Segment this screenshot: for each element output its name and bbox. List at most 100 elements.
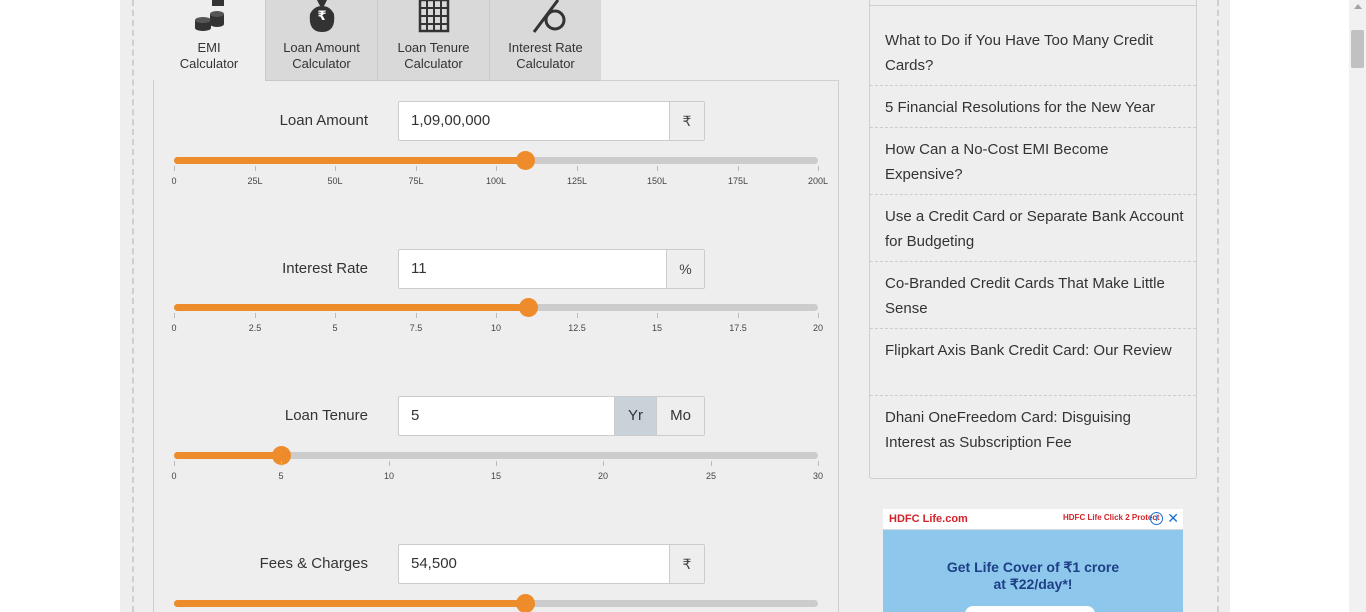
loan-amount-input[interactable]: 1,09,00,000: [399, 102, 669, 140]
slider-tick-label: 150L: [646, 176, 668, 186]
tab-loan-tenure-calculator[interactable]: Loan Tenure Calculator: [377, 0, 489, 81]
slider-tick-label: 20: [812, 323, 824, 333]
scrollbar[interactable]: [1349, 0, 1366, 612]
divider: [870, 194, 1196, 195]
interest-rate-field[interactable]: 11 %: [398, 249, 705, 289]
slider-tick: [496, 313, 497, 318]
slider-tick: [711, 461, 712, 466]
ad-headline-line2: at ₹22/day*!: [993, 576, 1073, 592]
slider-tick: [416, 166, 417, 171]
months-toggle-button[interactable]: Mo: [656, 397, 704, 435]
ad-cta-button[interactable]: [965, 606, 1095, 612]
tab-label: Calculator: [179, 56, 239, 71]
ad-info-icon[interactable]: i: [1150, 512, 1163, 525]
tab-label: Calculator: [404, 56, 463, 71]
slider-tick: [389, 461, 390, 466]
article-link[interactable]: Dhani OneFreedom Card: Disguising Intere…: [885, 405, 1185, 455]
svg-text:₹: ₹: [317, 9, 326, 24]
interest-rate-input[interactable]: 11: [399, 250, 666, 288]
left-dashed-border: [132, 0, 134, 612]
slider-tick: [255, 166, 256, 171]
slider-tick-label: 10: [383, 471, 395, 481]
slider-fill: [174, 600, 525, 607]
slider-tick: [657, 166, 658, 171]
slider-tick-label: 2.5: [248, 323, 262, 333]
ad-header: HDFC Life.com HDFC Life Click 2 Protect …: [883, 509, 1183, 530]
loan-tenure-field[interactable]: 5 Yr Mo: [398, 396, 705, 436]
years-toggle-button[interactable]: Yr: [614, 397, 656, 435]
slider-tick: [818, 166, 819, 171]
divider: [870, 85, 1196, 86]
interest-rate-slider[interactable]: [174, 298, 818, 317]
slider-tick-label: 15: [651, 323, 663, 333]
advertisement-banner[interactable]: HDFC Life.com HDFC Life Click 2 Protect …: [883, 509, 1183, 612]
tab-label: Calculator: [292, 56, 351, 71]
slider-tick: [738, 313, 739, 318]
fees-charges-label: Fees & Charges: [259, 555, 368, 572]
article-link[interactable]: Flipkart Axis Bank Credit Card: Our Revi…: [885, 338, 1185, 363]
article-link[interactable]: Co-Branded Credit Cards That Make Little…: [885, 271, 1185, 321]
article-link[interactable]: What to Do if You Have Too Many Credit C…: [885, 28, 1185, 78]
scroll-up-arrow-icon[interactable]: [1354, 4, 1362, 9]
ad-headline-line1: Get Life Cover of ₹1 crore: [946, 559, 1120, 575]
loan-tenure-slider[interactable]: [174, 446, 818, 465]
slider-tick: [577, 313, 578, 318]
loan-amount-slider[interactable]: [174, 151, 818, 170]
fees-charges-input[interactable]: 54,500: [399, 545, 669, 583]
rupee-unit-label: ₹: [669, 545, 704, 583]
ad-headline: Get Life Cover of ₹1 crore at ₹22/day*!: [883, 559, 1183, 593]
slider-tick: [603, 461, 604, 466]
sidebar-top-border: [869, 5, 1197, 6]
loan-amount-field[interactable]: 1,09,00,000 ₹: [398, 101, 705, 141]
slider-tick-label: 12.5: [568, 323, 586, 333]
slider-tick: [174, 313, 175, 318]
article-link[interactable]: 5 Financial Resolutions for the New Year: [885, 95, 1185, 120]
slider-tick: [281, 461, 282, 466]
tab-label: Loan Amount: [283, 40, 360, 55]
tab-interest-rate-calculator[interactable]: Interest Rate Calculator: [489, 0, 601, 81]
tab-loan-amount-calculator[interactable]: ₹ Loan Amount Calculator: [265, 0, 377, 81]
tab-label: Loan Tenure: [397, 40, 470, 55]
slider-tick-label: 75L: [408, 176, 424, 186]
divider: [870, 328, 1196, 329]
slider-tick-label: 0: [171, 471, 177, 481]
slider-fill: [174, 157, 525, 164]
slider-tick: [255, 313, 256, 318]
slider-tick: [818, 461, 819, 466]
slider-handle[interactable]: [516, 594, 535, 612]
slider-fill: [174, 304, 528, 311]
ad-close-icon[interactable]: ✕: [1167, 510, 1179, 527]
slider-tick-label: 10: [490, 323, 502, 333]
interest-rate-label: Interest Rate: [282, 260, 368, 277]
slider-tick-label: 30: [812, 471, 824, 481]
right-dashed-border: [1217, 0, 1219, 612]
slider-tick-label: 15: [490, 471, 502, 481]
rupee-bag-icon: ₹: [266, 0, 377, 36]
tab-emi-calculator[interactable]: EMI Calculator: [153, 0, 265, 81]
slider-tick-label: 25: [705, 471, 717, 481]
fees-charges-slider[interactable]: [174, 594, 818, 612]
panel-top-border: [601, 80, 839, 81]
slider-tick-label: 200L: [807, 176, 829, 186]
tab-label: Calculator: [516, 56, 575, 71]
article-link[interactable]: How Can a No-Cost EMI Become Expensive?: [885, 137, 1185, 187]
slider-tick-label: 0: [171, 176, 177, 186]
slider-tick-label: 50L: [327, 176, 343, 186]
loan-tenure-label: Loan Tenure: [284, 407, 368, 424]
calculator-tabs: EMI Calculator ₹ Loan Amount Calculator Lo…: [153, 0, 601, 81]
slider-fill: [174, 452, 281, 459]
tab-label: EMI: [197, 40, 221, 55]
calendar-icon: [378, 0, 489, 36]
slider-tick-label: 5: [278, 471, 284, 481]
percent-unit-label: %: [666, 250, 704, 288]
loan-tenure-input[interactable]: 5: [399, 397, 614, 435]
fees-charges-field[interactable]: 54,500 ₹: [398, 544, 705, 584]
slider-tick: [577, 166, 578, 171]
scrollbar-thumb[interactable]: [1351, 30, 1364, 68]
loan-amount-label: Loan Amount: [279, 112, 368, 129]
slider-tick: [174, 166, 175, 171]
slider-tick-label: 100L: [485, 176, 507, 186]
slider-tick: [657, 313, 658, 318]
article-link[interactable]: Use a Credit Card or Separate Bank Accou…: [885, 204, 1185, 254]
tab-label: Interest Rate: [508, 40, 583, 55]
